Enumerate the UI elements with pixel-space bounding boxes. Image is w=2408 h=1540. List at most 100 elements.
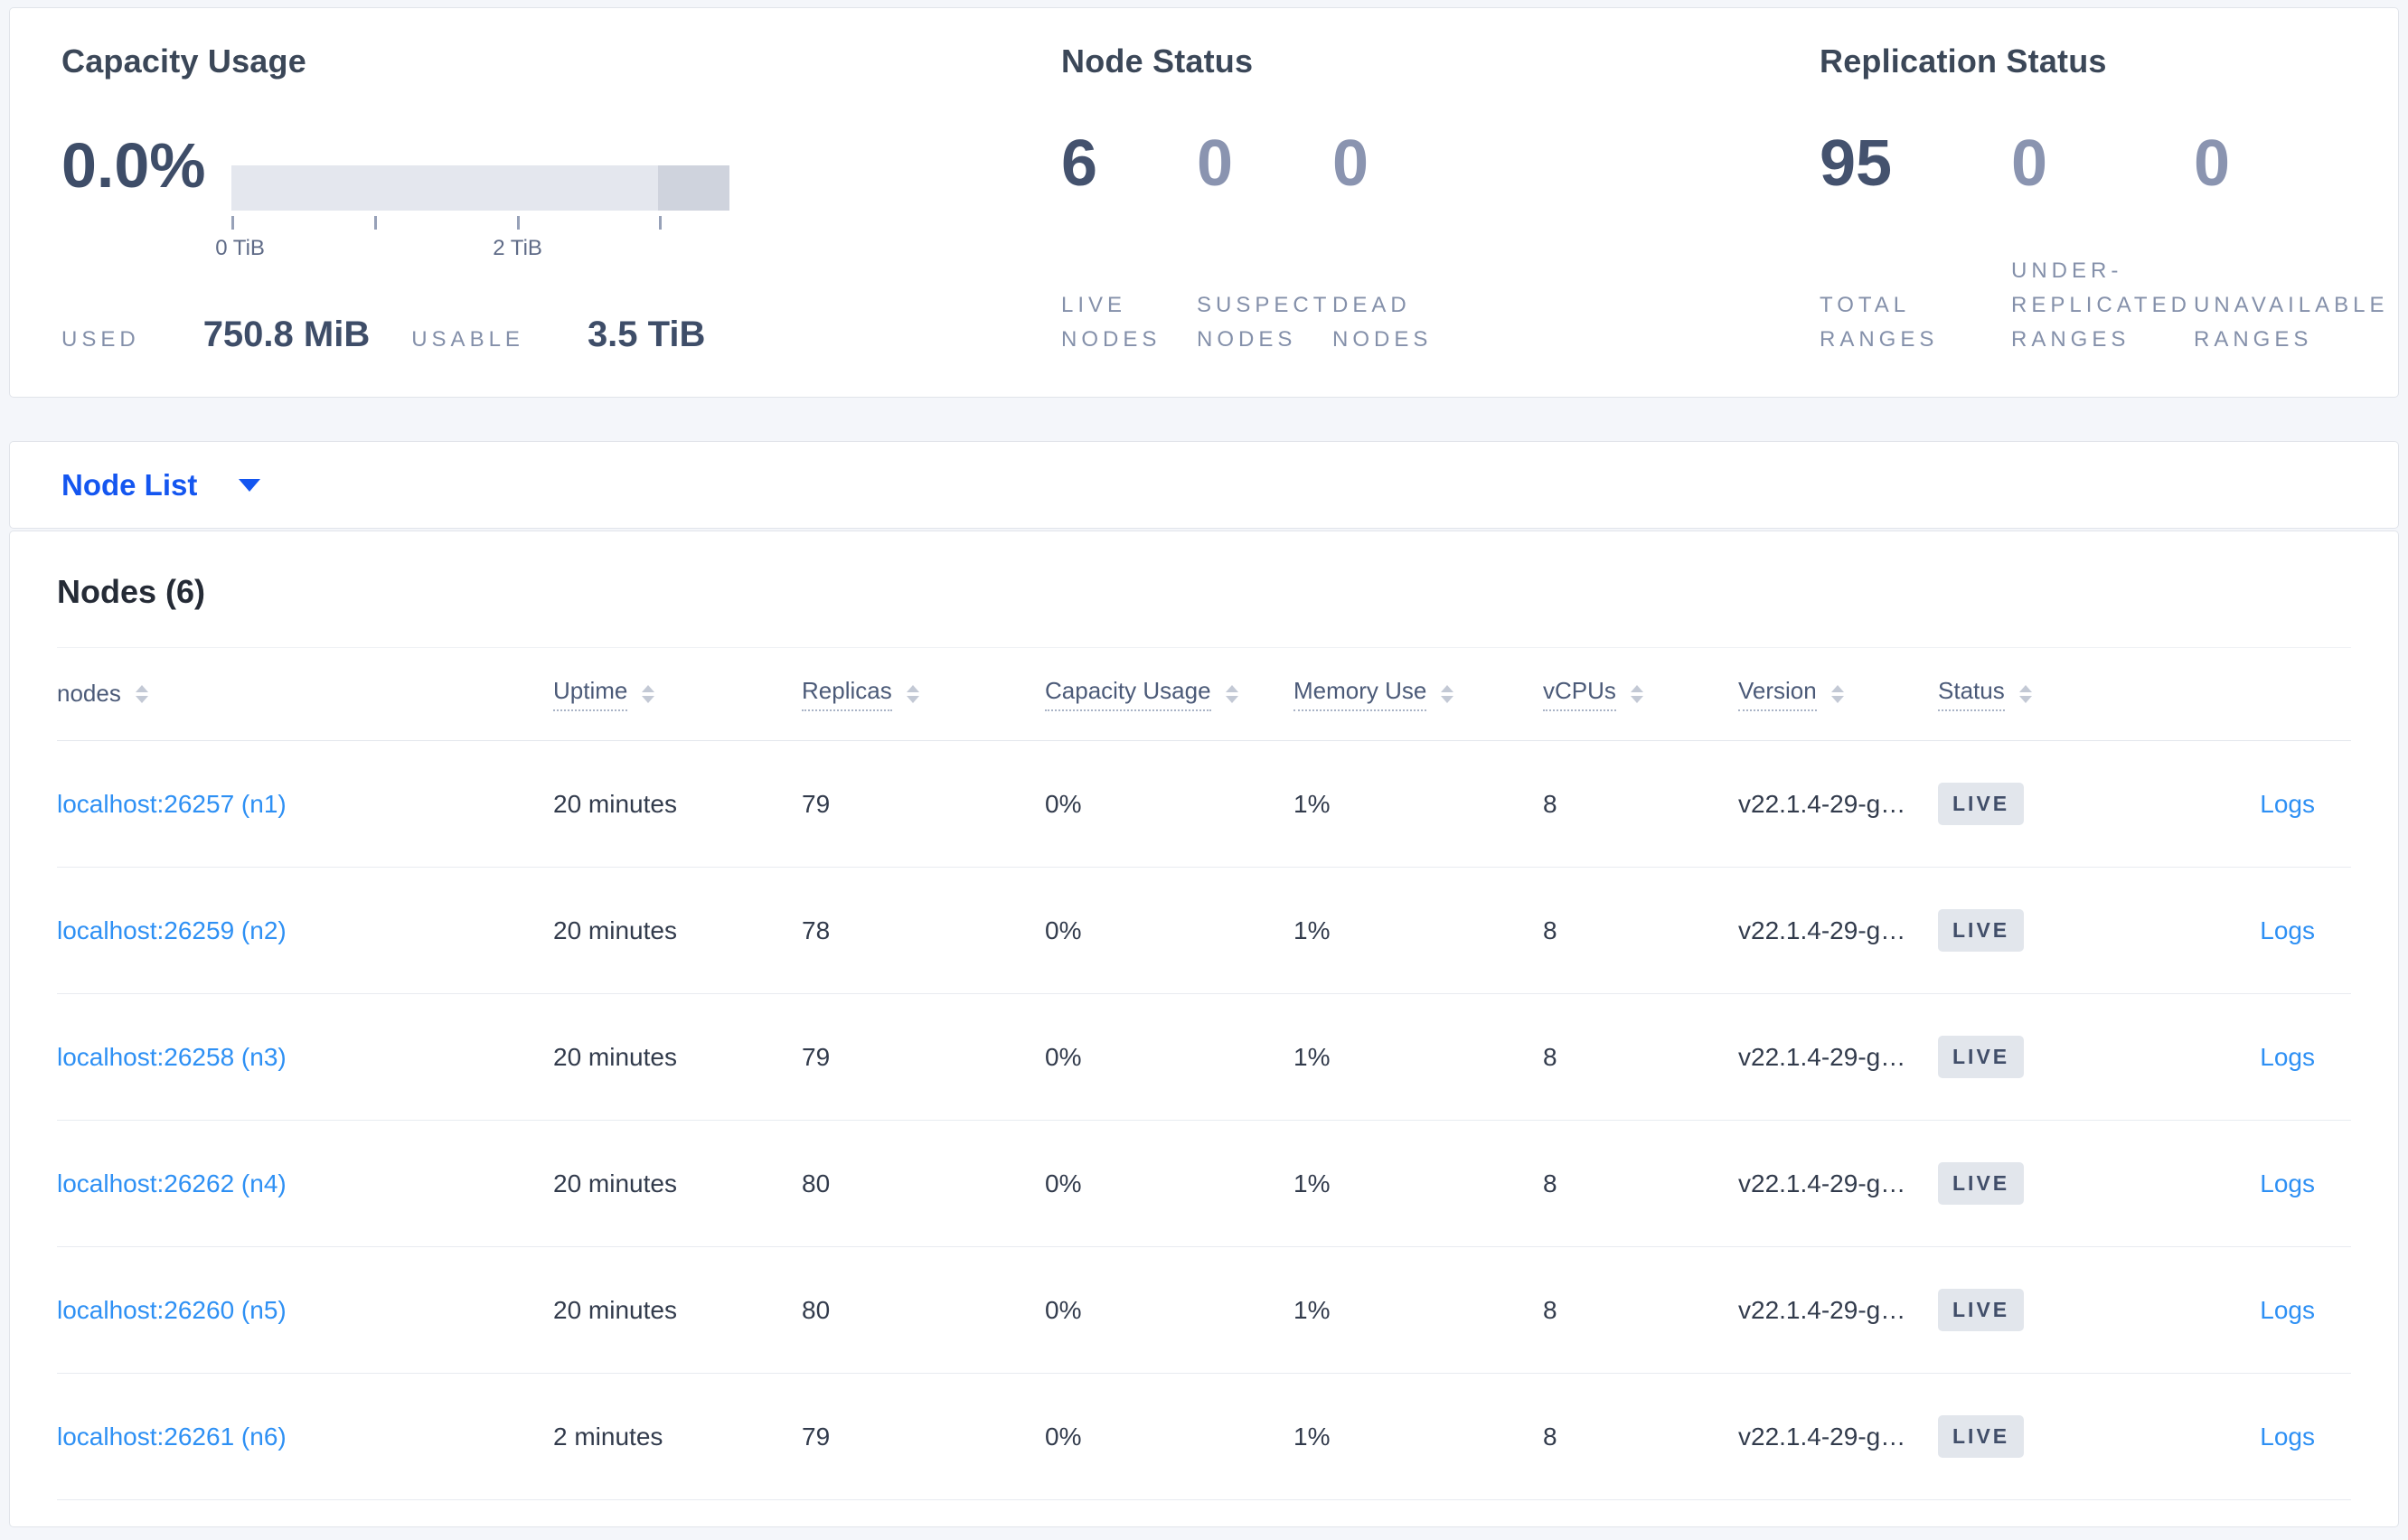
capacity-usage-summary: USED 750.8 MiB USABLE 3.5 TiB xyxy=(61,315,705,357)
uptime-cell: 2 minutes xyxy=(553,1422,663,1451)
node-link[interactable]: localhost:26262 (n4) xyxy=(57,1169,287,1197)
table-row: localhost:26257 (n1) 20 minutes 79 0% 1%… xyxy=(57,741,2351,868)
axis-tick xyxy=(230,216,234,230)
vcpus-cell: 8 xyxy=(1543,916,1557,944)
vcpus-cell: 8 xyxy=(1543,1422,1557,1451)
usable-label: USABLE xyxy=(411,327,524,352)
nodes-section-title: Nodes (6) xyxy=(57,573,206,610)
logs-link[interactable]: Logs xyxy=(2260,1169,2315,1197)
suspect-nodes-count: 0 xyxy=(1197,127,1234,200)
capacity-bar-track xyxy=(230,165,729,211)
sort-icon xyxy=(135,685,148,703)
axis-tick-label: 2 TiB xyxy=(493,236,542,260)
replication-status-title: Replication Status xyxy=(1820,42,2107,80)
uptime-cell: 20 minutes xyxy=(553,916,677,944)
node-link[interactable]: localhost:26261 (n6) xyxy=(57,1423,287,1451)
capacity-used-percent: 0.0% xyxy=(61,130,206,201)
capacity-cell: 0% xyxy=(1045,1042,1082,1071)
logs-link[interactable]: Logs xyxy=(2260,916,2315,944)
overview-panel: Capacity Usage 0.0% 0 TiB 2 TiB USED 750… xyxy=(9,7,2399,398)
dead-nodes-label: DEAD NODES xyxy=(1332,293,1433,352)
logs-link[interactable]: Logs xyxy=(2260,1423,2315,1451)
column-header-capacity-usage[interactable]: Capacity Usage xyxy=(1045,677,1293,712)
uptime-cell: 20 minutes xyxy=(553,1042,677,1071)
node-status-title: Node Status xyxy=(1061,42,1254,80)
uptime-cell: 20 minutes xyxy=(553,789,677,818)
sort-icon xyxy=(906,685,919,703)
node-link[interactable]: localhost:26257 (n1) xyxy=(57,790,287,818)
node-list-dropdown[interactable]: Node List xyxy=(9,441,2399,529)
axis-tick-label: 0 TiB xyxy=(215,236,265,260)
capacity-bar-reserved-segment xyxy=(658,165,729,211)
capacity-axis: 0 TiB 2 TiB xyxy=(215,211,729,265)
table-body: localhost:26257 (n1) 20 minutes 79 0% 1%… xyxy=(57,741,2351,1500)
nodes-panel: Nodes (6) nodes Uptime Replicas Capacity… xyxy=(9,531,2399,1527)
capacity-bar: 0 TiB 2 TiB xyxy=(215,165,729,265)
vcpus-cell: 8 xyxy=(1543,789,1557,818)
replicas-cell: 78 xyxy=(802,916,831,944)
memory-cell: 1% xyxy=(1293,1422,1331,1451)
node-link[interactable]: localhost:26260 (n5) xyxy=(57,1296,287,1324)
memory-cell: 1% xyxy=(1293,1169,1331,1197)
used-label: USED xyxy=(61,327,140,352)
replication-status-section: Replication Status 95 0 0 TOTAL RANGES U… xyxy=(1820,42,2398,357)
unavailable-ranges-count: 0 xyxy=(2194,127,2231,200)
capacity-cell: 0% xyxy=(1045,1422,1082,1451)
capacity-cell: 0% xyxy=(1045,1169,1082,1197)
node-link[interactable]: localhost:26258 (n3) xyxy=(57,1043,287,1071)
logs-link[interactable]: Logs xyxy=(2260,1043,2315,1071)
status-badge: LIVE xyxy=(1938,1036,2025,1078)
table-row: localhost:26262 (n4) 20 minutes 80 0% 1%… xyxy=(57,1121,2351,1247)
under-replicated-ranges-label: UNDER-REPLICATED RANGES xyxy=(2011,258,2191,352)
column-header-memory-use[interactable]: Memory Use xyxy=(1293,677,1543,712)
capacity-usage-title: Capacity Usage xyxy=(61,42,306,80)
column-header-nodes[interactable]: nodes xyxy=(57,680,553,708)
logs-link[interactable]: Logs xyxy=(2260,790,2315,818)
version-cell: v22.1.4-29-g… xyxy=(1738,916,1906,944)
dead-nodes-count: 0 xyxy=(1332,127,1369,200)
version-cell: v22.1.4-29-g… xyxy=(1738,1042,1906,1071)
sort-icon xyxy=(1441,685,1454,703)
status-badge: LIVE xyxy=(1938,1415,2025,1458)
chevron-down-icon xyxy=(239,478,261,492)
logs-link[interactable]: Logs xyxy=(2260,1296,2315,1324)
under-replicated-ranges-count: 0 xyxy=(2011,127,2048,200)
version-cell: v22.1.4-29-g… xyxy=(1738,1295,1906,1324)
node-list-dropdown-label[interactable]: Node List xyxy=(61,468,197,502)
column-header-replicas[interactable]: Replicas xyxy=(802,677,1045,712)
status-badge: LIVE xyxy=(1938,1289,2025,1331)
replication-labels: TOTAL RANGES UNDER-REPLICATED RANGES UNA… xyxy=(1820,254,2408,357)
node-status-values: 6 0 0 xyxy=(1061,127,1468,200)
replicas-cell: 79 xyxy=(802,1042,831,1071)
capacity-cell: 0% xyxy=(1045,916,1082,944)
replicas-cell: 79 xyxy=(802,789,831,818)
version-cell: v22.1.4-29-g… xyxy=(1738,1169,1906,1197)
cluster-overview-page: Capacity Usage 0.0% 0 TiB 2 TiB USED 750… xyxy=(0,0,2408,1535)
status-badge: LIVE xyxy=(1938,783,2025,825)
column-header-vcpus[interactable]: vCPUs xyxy=(1543,677,1738,712)
memory-cell: 1% xyxy=(1293,789,1331,818)
status-badge: LIVE xyxy=(1938,1162,2025,1205)
replicas-cell: 80 xyxy=(802,1295,831,1324)
vcpus-cell: 8 xyxy=(1543,1295,1557,1324)
table-header-row: nodes Uptime Replicas Capacity Usage Mem… xyxy=(57,648,2351,741)
replicas-cell: 80 xyxy=(802,1169,831,1197)
uptime-cell: 20 minutes xyxy=(553,1169,677,1197)
vcpus-cell: 8 xyxy=(1543,1169,1557,1197)
node-link[interactable]: localhost:26259 (n2) xyxy=(57,916,287,944)
uptime-cell: 20 minutes xyxy=(553,1295,677,1324)
live-nodes-label: LIVE NODES xyxy=(1061,293,1162,352)
memory-cell: 1% xyxy=(1293,916,1331,944)
node-status-section: Node Status 6 0 0 LIVE NODES SUSPECT NOD… xyxy=(1061,42,1748,357)
column-header-status[interactable]: Status xyxy=(1938,677,2120,712)
total-ranges-count: 95 xyxy=(1820,127,1893,200)
capacity-cell: 0% xyxy=(1045,789,1082,818)
axis-tick xyxy=(373,216,377,230)
column-header-uptime[interactable]: Uptime xyxy=(553,677,802,712)
sort-icon xyxy=(2018,685,2032,703)
axis-tick xyxy=(658,216,662,230)
sort-icon xyxy=(1830,685,1844,703)
column-header-version[interactable]: Version xyxy=(1738,677,1938,712)
sort-icon xyxy=(642,685,655,703)
version-cell: v22.1.4-29-g… xyxy=(1738,789,1906,818)
